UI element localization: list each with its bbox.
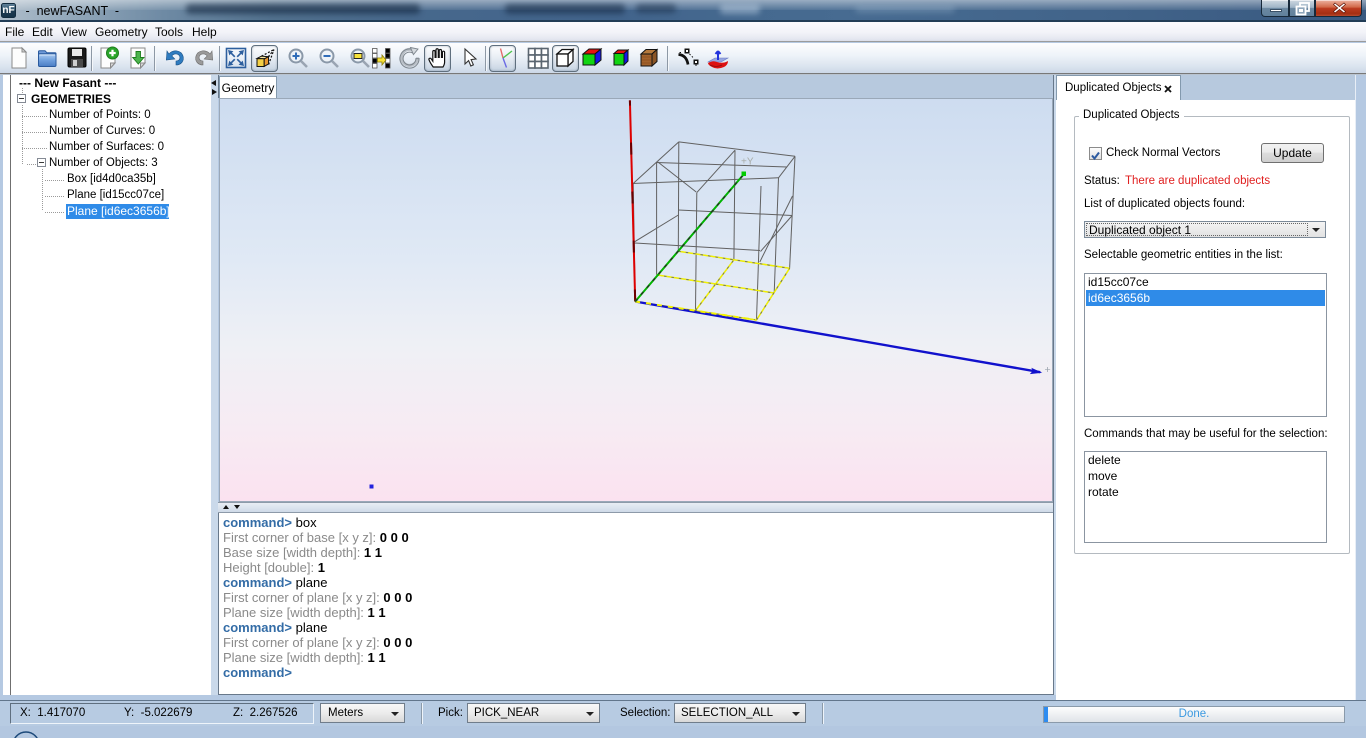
svg-text:+: + (1045, 364, 1051, 376)
svg-text:+Y: +Y (741, 157, 754, 168)
